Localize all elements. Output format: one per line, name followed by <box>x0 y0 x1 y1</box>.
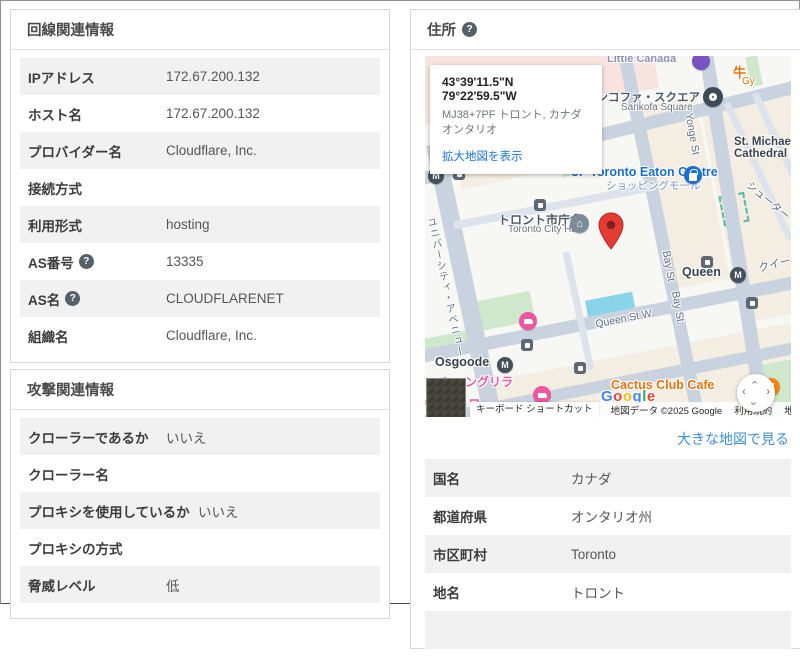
field-value: 低 <box>166 575 180 595</box>
address-card: 住所 ? Little Canada 牛 Gy サンコファ・スクエア S <box>410 9 800 649</box>
keyboard-shortcuts-button[interactable]: キーボード ショートカット <box>470 402 599 417</box>
pan-down-icon[interactable]: ‹ <box>748 402 759 406</box>
table-row: 接続方式 <box>20 169 380 206</box>
field-label: プロバイダー名 <box>28 141 166 161</box>
table-row: プロキシの方式 <box>20 529 380 566</box>
subway-station-icon: M <box>730 267 746 283</box>
table-row: クローラーであるか いいえ <box>20 418 380 455</box>
field-value: Cloudflare, Inc. <box>166 143 257 158</box>
line-info-card: 回線関連情報 IPアドレス 172.67.200.132 ホスト名 172.67… <box>10 9 390 363</box>
table-row: 都道府県 オンタリオ州 <box>425 497 791 535</box>
field-label: AS番号 ? <box>28 252 166 272</box>
streetcar-stop-icon <box>534 199 546 211</box>
line-info-title: 回線関連情報 <box>11 10 389 50</box>
coordinates: 43°39'11.5"N 79°22'59.5"W <box>442 75 590 103</box>
subway-station-icon: M <box>497 357 513 373</box>
field-label: プロキシの方式 <box>28 538 166 558</box>
enlarge-map-row: 大きな地図で見る <box>411 417 800 459</box>
poi-label-little-canada: Little Canada <box>607 56 676 65</box>
table-row <box>425 611 791 649</box>
streetcar-stop-icon <box>701 256 713 268</box>
table-row: プロバイダー名 Cloudflare, Inc. <box>20 132 380 169</box>
field-label: クローラー名 <box>28 464 166 484</box>
map-pin-icon <box>598 212 624 255</box>
field-label: 地名 <box>433 582 571 602</box>
pan-control[interactable]: ‹ ‹ › ‹ <box>737 374 775 412</box>
table-row: 国名 カナダ <box>425 459 791 497</box>
square-icon <box>703 87 723 107</box>
streetcar-stop-icon <box>574 362 586 374</box>
field-value: 172.67.200.132 <box>166 106 260 121</box>
pan-right-icon[interactable]: › <box>766 387 770 398</box>
plus-code: MJ38+7PF トロント, カナダ オンタリオ <box>442 108 590 139</box>
table-row: 組織名 Cloudflare, Inc. <box>20 317 380 354</box>
field-value: 13335 <box>166 254 204 269</box>
help-icon[interactable]: ? <box>79 254 94 269</box>
field-value: トロント <box>571 582 625 602</box>
poi-label-sankofa-en: Sankofa Square <box>621 102 693 113</box>
attack-info-card: 攻撃関連情報 クローラーであるか いいえ クローラー名 プロキシを使用しているか… <box>10 369 390 619</box>
field-value: カナダ <box>571 468 612 488</box>
field-value: 172.67.200.132 <box>166 69 260 84</box>
field-label: ホスト名 <box>28 104 166 124</box>
table-row: プロキシを使用しているか いいえ <box>20 492 380 529</box>
field-label: 国名 <box>433 468 571 488</box>
field-value: Toronto <box>571 547 616 562</box>
field-value: hosting <box>166 217 210 232</box>
address-title: 住所 ? <box>411 10 800 50</box>
field-label: 都道府県 <box>433 506 571 526</box>
ip-lookup-page: { "colors": { "link_blue": "#3d8edb", "m… <box>0 0 800 604</box>
field-label: 利用形式 <box>28 215 166 235</box>
table-row: 脅威レベル 低 <box>20 566 380 603</box>
field-value: オンタリオ州 <box>571 506 652 526</box>
field-label: クローラーであるか <box>28 427 166 447</box>
field-label: 市区町村 <box>433 544 571 564</box>
field-value: Cloudflare, Inc. <box>166 328 257 343</box>
help-icon[interactable]: ? <box>462 22 477 37</box>
table-row: ホスト名 172.67.200.132 <box>20 95 380 132</box>
table-row: IPアドレス 172.67.200.132 <box>20 58 380 95</box>
table-row: 市区町村 Toronto <box>425 535 791 573</box>
pan-left-icon[interactable]: ‹ <box>742 387 746 398</box>
field-value: いいえ <box>166 427 207 447</box>
field-label: 組織名 <box>28 326 166 346</box>
table-row: 利用形式 hosting <box>20 206 380 243</box>
poi-label-gyu-sub: Gy <box>742 76 755 87</box>
station-label-osgoode: Osgoode <box>435 355 489 369</box>
field-label: IPアドレス <box>28 67 166 87</box>
street-view-pegman[interactable] <box>426 378 466 417</box>
streetcar-stop-icon <box>746 297 758 309</box>
hotel-icon <box>519 312 537 330</box>
table-row: クローラー名 <box>20 455 380 492</box>
table-row: AS番号 ? 13335 <box>20 243 380 280</box>
view-larger-map-link[interactable]: 大きな地図で見る <box>677 431 789 447</box>
table-row: 地名 トロント <box>425 573 791 611</box>
field-label: 脅威レベル <box>28 575 166 595</box>
pan-up-icon[interactable]: ‹ <box>748 381 759 385</box>
map-info-card: 43°39'11.5"N 79°22'59.5"W MJ38+7PF トロント,… <box>430 65 602 174</box>
shopping-icon <box>684 166 702 184</box>
report-error-link[interactable]: 地図の誤りを報告する <box>784 403 791 417</box>
table-row: AS名 ? CLOUDFLARENET <box>20 280 380 317</box>
field-label: プロキシを使用しているか <box>28 501 198 521</box>
field-value: いいえ <box>198 501 239 521</box>
field-label: AS名 ? <box>28 289 166 309</box>
map-data-label[interactable]: 地図データ ©2025 Google <box>611 403 723 417</box>
field-value: CLOUDFLARENET <box>166 291 284 306</box>
poi-label-st-michaels: St. Michael'sCathedral Basilica <box>734 136 791 160</box>
expand-map-link[interactable]: 拡大地図を表示 <box>442 148 523 164</box>
attack-info-title: 攻撃関連情報 <box>11 370 389 410</box>
city-hall-icon: ⌂ <box>570 214 589 233</box>
field-label: 接続方式 <box>28 178 166 198</box>
help-icon[interactable]: ? <box>65 291 80 306</box>
streetcar-stop-icon <box>521 339 533 351</box>
google-map[interactable]: Little Canada 牛 Gy サンコファ・スクエア Sankofa Sq… <box>425 56 791 417</box>
